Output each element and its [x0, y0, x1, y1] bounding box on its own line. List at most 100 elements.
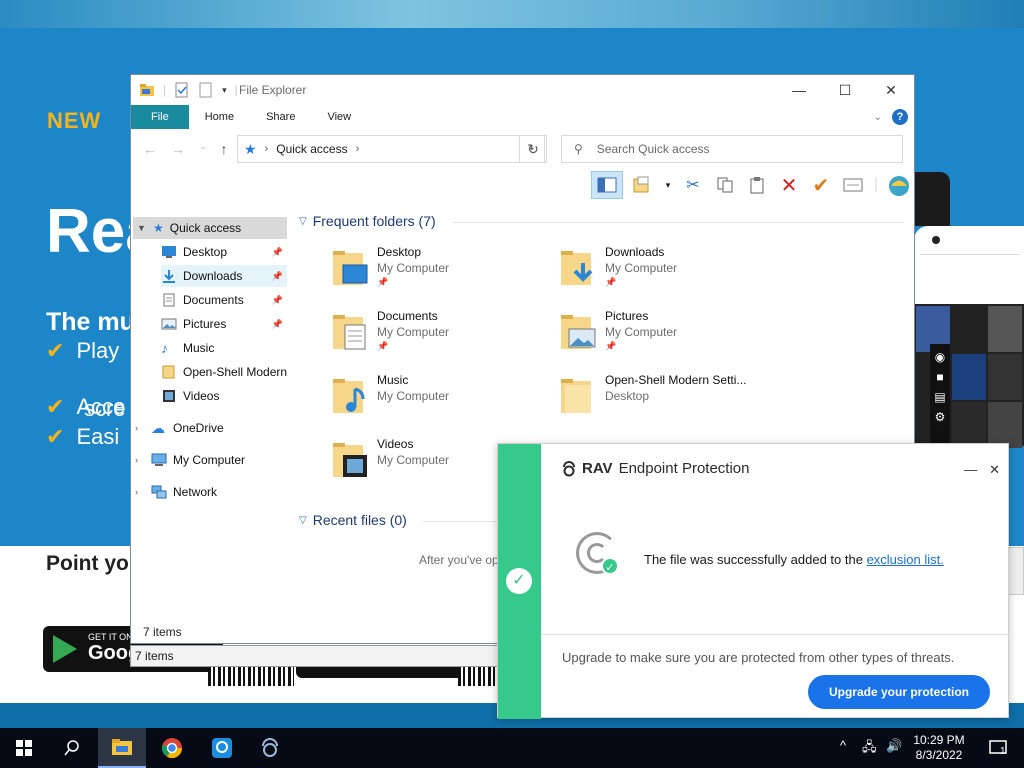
- notification-center-button[interactable]: 1: [978, 728, 1018, 768]
- nav-music[interactable]: ♪ Music: [161, 337, 287, 359]
- exclusion-list-link[interactable]: exclusion list.: [867, 552, 944, 567]
- collapse-icon: ▽: [299, 514, 307, 526]
- start-button[interactable]: [0, 728, 48, 768]
- new-folder-icon[interactable]: [198, 82, 214, 98]
- check-icon: ✔: [46, 394, 65, 419]
- taskbar-search-button[interactable]: [48, 728, 96, 768]
- upgrade-protection-button[interactable]: Upgrade your protection: [808, 675, 990, 709]
- minimize-button[interactable]: —: [776, 75, 822, 105]
- nav-network[interactable]: › Network: [135, 481, 287, 503]
- rav-upgrade-text: Upgrade to make sure you are protected f…: [562, 650, 955, 665]
- cut-icon[interactable]: ✂: [681, 173, 705, 197]
- taskbar-app[interactable]: [198, 728, 246, 768]
- delete-icon[interactable]: ✕: [777, 173, 801, 197]
- check-icon: ✔: [46, 424, 65, 449]
- forward-arrow-icon[interactable]: →: [171, 141, 185, 157]
- folder-item-documents[interactable]: Documents My Computer 📌: [331, 309, 551, 365]
- address-bar[interactable]: ★ › Quick access › ⌄: [237, 135, 545, 163]
- expand-ribbon-icon[interactable]: ⌄: [874, 112, 882, 123]
- taskbar-file-explorer[interactable]: [98, 728, 146, 768]
- navigation-pane: ▼ ★ Quick access Desktop 📌 Downloads 📌 Docum…: [131, 217, 291, 597]
- nav-quick-access[interactable]: ▼ ★ Quick access: [133, 217, 287, 239]
- taskbar-rav[interactable]: [246, 728, 294, 768]
- properties-icon[interactable]: [174, 82, 190, 98]
- computer-icon: [151, 453, 167, 466]
- nav-pictures[interactable]: Pictures 📌: [161, 313, 287, 335]
- search-placeholder: Search Quick access: [596, 142, 710, 156]
- ad-new-badge: NEW: [47, 108, 102, 133]
- rav-notification-popup: ✓ RAV Endpoint Protection — ✕ ✓ The file …: [497, 443, 1010, 719]
- quick-access-star-icon: ★: [244, 140, 257, 157]
- pin-icon: 📌: [377, 277, 389, 287]
- maximize-button[interactable]: ☐: [822, 75, 868, 105]
- recent-locations-icon[interactable]: ⌄: [199, 141, 207, 157]
- rav-close-button[interactable]: ✕: [989, 462, 1000, 478]
- quick-access-toolbar: | ▾ |: [139, 82, 238, 98]
- folder-item-pictures[interactable]: Pictures My Computer 📌: [559, 309, 779, 365]
- pictures-icon: [161, 318, 177, 330]
- view-dropdown-icon[interactable]: ▾: [663, 173, 673, 197]
- music-folder-icon: [333, 379, 365, 413]
- nav-documents[interactable]: Documents 📌: [161, 289, 287, 311]
- classic-toolbar: ▾ ✂ ✕ ✔ |: [591, 171, 911, 199]
- nav-downloads[interactable]: Downloads 📌: [161, 265, 287, 287]
- taskbar-chrome[interactable]: [148, 728, 196, 768]
- back-arrow-icon[interactable]: ←: [143, 141, 157, 157]
- ribbon-tabs: File Home Share View: [131, 105, 914, 129]
- title-bar[interactable]: | ▾ | File Explorer — ☐ ✕: [131, 75, 914, 105]
- downloads-icon: [163, 270, 175, 283]
- search-input[interactable]: ⚲ Search Quick access: [561, 135, 903, 163]
- folder-item-downloads[interactable]: Downloads My Computer 📌: [559, 245, 779, 301]
- navigation-bar: ← → ⌄ ↑ ★ › Quick access › ⌄ ↻ ⚲ Search …: [131, 131, 914, 167]
- pin-icon: 📌: [605, 341, 617, 351]
- properties-check-icon[interactable]: ✔: [809, 173, 833, 197]
- documents-icon: [163, 293, 175, 307]
- pin-icon: 📌: [271, 294, 283, 305]
- paste-icon[interactable]: [745, 173, 769, 197]
- network-icon[interactable]: 🖧: [862, 738, 877, 760]
- tab-home[interactable]: Home: [189, 105, 250, 129]
- rav-shield-icon: ✓: [576, 532, 619, 575]
- open-shell-icon[interactable]: [887, 173, 911, 197]
- up-arrow-icon[interactable]: ↑: [221, 141, 228, 157]
- scrollbar[interactable]: [1008, 547, 1024, 595]
- preview-pane-icon[interactable]: [631, 173, 655, 197]
- clock[interactable]: 10:29 PM 8/3/2022: [912, 733, 966, 763]
- collapse-icon: ▽: [299, 215, 307, 227]
- desktop-folder-icon: [333, 251, 368, 285]
- email-icon[interactable]: [841, 173, 865, 197]
- rav-brand: RAV Endpoint Protection: [562, 460, 749, 477]
- pictures-folder-icon: [561, 315, 596, 349]
- desktop-icon: [162, 246, 176, 258]
- rav-minimize-button[interactable]: —: [964, 462, 977, 478]
- file-explorer-icon: [112, 739, 132, 755]
- rav-accent-strip: ✓: [498, 444, 541, 719]
- nav-desktop[interactable]: Desktop 📌: [161, 241, 287, 263]
- nav-onedrive[interactable]: › ☁ OneDrive: [135, 417, 287, 439]
- nav-open-shell-modern[interactable]: Open-Shell Modern: [161, 361, 291, 383]
- close-button[interactable]: ✕: [868, 75, 914, 105]
- rav-message: The file was successfully added to the e…: [644, 552, 944, 567]
- nav-my-computer[interactable]: › My Computer: [135, 449, 287, 471]
- refresh-button[interactable]: ↻: [519, 135, 547, 163]
- help-icon[interactable]: ?: [892, 109, 908, 125]
- copy-icon[interactable]: [713, 173, 737, 197]
- show-hidden-icons[interactable]: ^: [840, 738, 846, 753]
- folder-item-open-shell-modern-settings[interactable]: Open-Shell Modern Setti... Desktop: [559, 373, 819, 429]
- tab-file[interactable]: File: [131, 105, 189, 129]
- downloads-folder-icon: [561, 251, 593, 285]
- nav-videos[interactable]: Videos: [161, 385, 287, 407]
- search-icon: ⚲: [574, 142, 583, 156]
- customize-toolbar-icon[interactable]: ▾: [222, 85, 227, 96]
- recent-files-header[interactable]: ▽ Recent files (0): [299, 512, 407, 528]
- volume-icon[interactable]: 🔊: [886, 738, 902, 754]
- folder-icon: [162, 365, 175, 379]
- folder-item-music[interactable]: Music My Computer: [331, 373, 551, 429]
- pin-icon: 📌: [605, 277, 617, 287]
- tab-view[interactable]: View: [311, 105, 367, 129]
- frequent-folders-header[interactable]: ▽ Frequent folders (7): [299, 213, 436, 229]
- tab-share[interactable]: Share: [250, 105, 311, 129]
- folder-item-desktop[interactable]: Desktop My Computer 📌: [331, 245, 551, 301]
- windows-logo-icon: [16, 740, 32, 756]
- navigation-pane-toggle-icon[interactable]: [591, 171, 623, 199]
